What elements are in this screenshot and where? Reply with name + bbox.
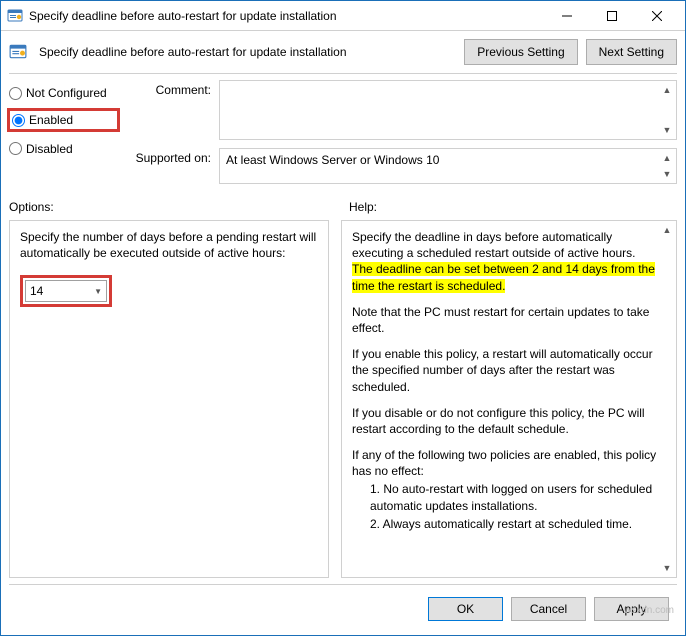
help-p5a: 1. No auto-restart with logged on users …: [352, 481, 658, 513]
header-title: Specify deadline before auto-restart for…: [39, 45, 456, 59]
radio-not-configured-input[interactable]: [9, 87, 22, 100]
minimize-button[interactable]: [544, 1, 589, 31]
help-p4: If you disable or do not configure this …: [352, 405, 658, 437]
divider: [9, 73, 677, 74]
dropdown-highlight: 14 ▼: [20, 275, 112, 307]
policy-icon: [9, 43, 27, 61]
help-p1: Specify the deadline in days before auto…: [352, 229, 658, 294]
days-dropdown[interactable]: 14 ▼: [25, 280, 107, 302]
scroll-down-icon: ▼: [660, 561, 674, 575]
help-panel: Specify the deadline in days before auto…: [341, 220, 677, 578]
titlebar-controls: [544, 1, 679, 31]
maximize-button[interactable]: [589, 1, 634, 31]
header-row: Specify deadline before auto-restart for…: [9, 39, 677, 65]
supported-row: Supported on: At least Windows Server or…: [129, 148, 677, 184]
days-value: 14: [30, 284, 43, 298]
options-label: Options:: [9, 200, 329, 214]
supported-on-value: At least Windows Server or Windows 10: [226, 153, 439, 167]
radio-enabled[interactable]: Enabled: [12, 113, 73, 127]
window-title: Specify deadline before auto-restart for…: [29, 9, 544, 23]
comment-input[interactable]: ▲ ▼: [219, 80, 677, 140]
apply-button[interactable]: Apply: [594, 597, 669, 621]
comment-row: Comment: ▲ ▼: [129, 80, 677, 140]
next-setting-button[interactable]: Next Setting: [586, 39, 677, 65]
radio-enabled-highlight: Enabled: [9, 112, 119, 130]
help-p5: If any of the following two policies are…: [352, 447, 658, 479]
top-section: Not Configured Enabled Disabled: [9, 80, 677, 192]
scroll-down-icon: ▼: [660, 167, 674, 181]
scroll-up-icon: ▲: [660, 83, 674, 97]
comment-label: Comment:: [129, 80, 219, 140]
app-icon: [7, 8, 23, 24]
cancel-button[interactable]: Cancel: [511, 597, 586, 621]
radio-disabled-label: Disabled: [26, 142, 73, 156]
ok-button[interactable]: OK: [428, 597, 503, 621]
section-labels: Options: Help:: [9, 200, 677, 214]
scroll-down-icon: ▼: [660, 123, 674, 137]
chevron-down-icon: ▼: [94, 287, 102, 296]
footer: OK Cancel Apply: [9, 591, 677, 627]
scroll-up-icon: ▲: [660, 151, 674, 165]
help-p2: Note that the PC must restart for certai…: [352, 304, 658, 336]
radio-not-configured-label: Not Configured: [26, 86, 107, 100]
supported-label: Supported on:: [129, 148, 219, 184]
scroll-up-icon: ▲: [660, 223, 674, 237]
content-area: Specify deadline before auto-restart for…: [1, 31, 685, 635]
help-text: Specify the deadline in days before auto…: [352, 229, 658, 542]
window: Specify deadline before auto-restart for…: [0, 0, 686, 636]
close-button[interactable]: [634, 1, 679, 31]
help-p5b: 2. Always automatically restart at sched…: [352, 516, 658, 532]
state-radio-group: Not Configured Enabled Disabled: [9, 80, 119, 192]
help-label: Help:: [349, 200, 377, 214]
help-p3: If you enable this policy, a restart wil…: [352, 346, 658, 395]
options-description: Specify the number of days before a pend…: [20, 229, 318, 261]
radio-disabled-input[interactable]: [9, 142, 22, 155]
divider: [9, 584, 677, 585]
panels: Specify the number of days before a pend…: [9, 220, 677, 578]
supported-on-box: At least Windows Server or Windows 10 ▲ …: [219, 148, 677, 184]
titlebar: Specify deadline before auto-restart for…: [1, 1, 685, 31]
previous-setting-button[interactable]: Previous Setting: [464, 39, 577, 65]
radio-not-configured[interactable]: Not Configured: [9, 86, 119, 100]
help-highlight: The deadline can be set between 2 and 14…: [352, 262, 655, 292]
radio-disabled[interactable]: Disabled: [9, 142, 119, 156]
radio-enabled-label: Enabled: [29, 113, 73, 127]
fields-column: Comment: ▲ ▼ Supported on: At least Wind…: [129, 80, 677, 192]
radio-enabled-input[interactable]: [12, 114, 25, 127]
options-panel: Specify the number of days before a pend…: [9, 220, 329, 578]
